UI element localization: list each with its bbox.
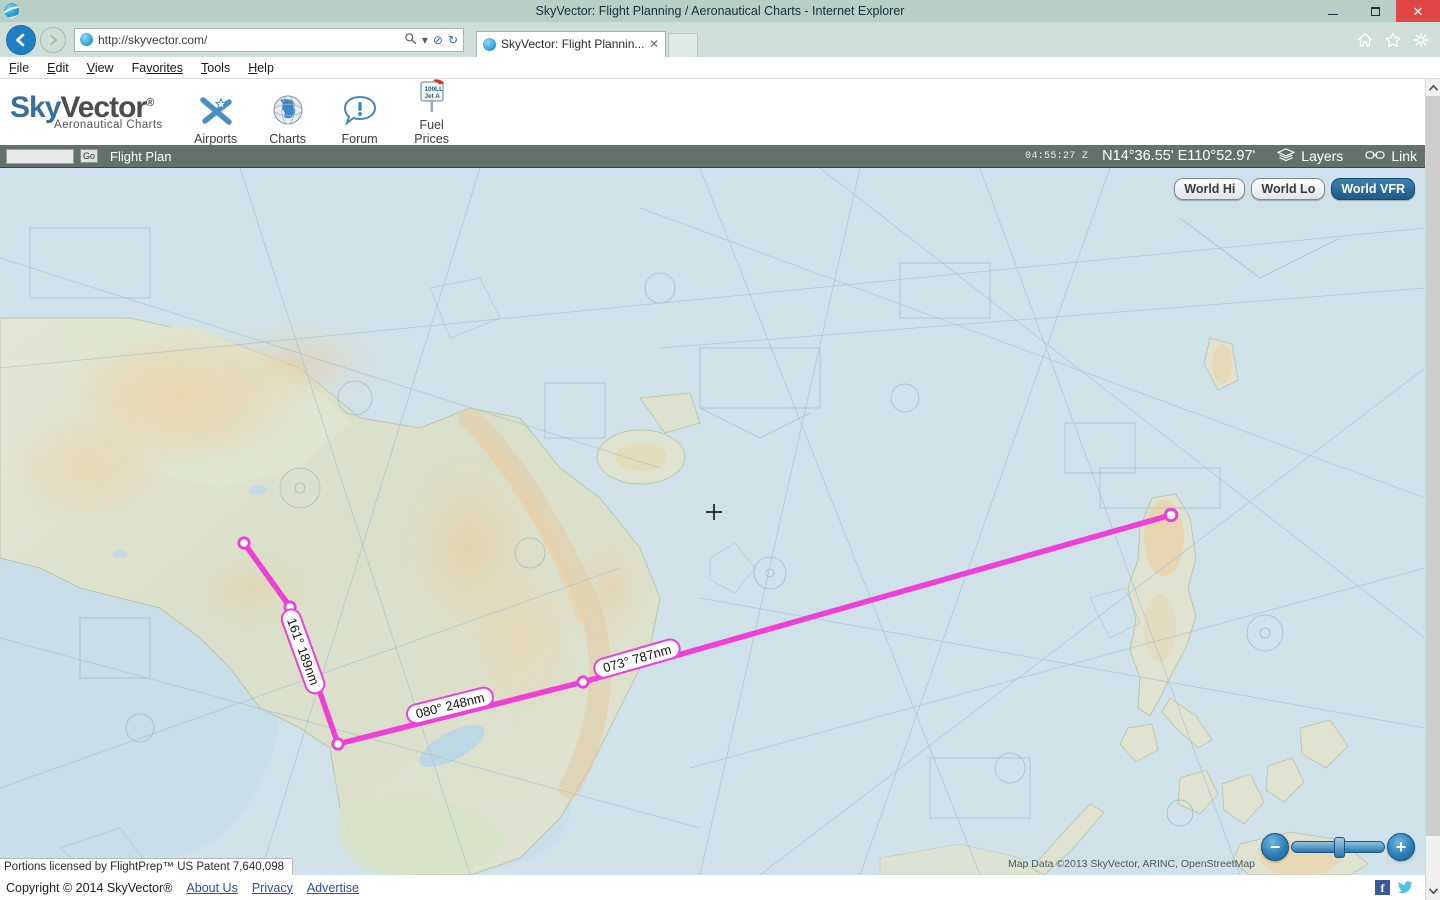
nav-label-charts: Charts bbox=[269, 132, 307, 146]
chevron-down-icon[interactable]: ▾ bbox=[422, 34, 428, 46]
airport-runways-icon bbox=[196, 92, 236, 130]
search-icon[interactable] bbox=[404, 32, 417, 47]
nav-label-fuel-prices: Fuel Prices bbox=[414, 118, 449, 146]
scrollbar-down-arrow[interactable] bbox=[1426, 883, 1440, 900]
flight-plan-label[interactable]: Flight Plan bbox=[110, 149, 171, 164]
gear-icon[interactable] bbox=[1412, 31, 1430, 49]
page-scrollbar[interactable] bbox=[1425, 79, 1440, 900]
crosshair-cursor bbox=[706, 504, 722, 523]
chart-button-world-vfr[interactable]: World VFR bbox=[1331, 178, 1415, 200]
menu-item-view[interactable]: View bbox=[78, 61, 123, 75]
menu-item-file[interactable]: File bbox=[0, 61, 38, 75]
window-titlebar: SkyVector: Flight Planning / Aeronautica… bbox=[0, 0, 1440, 22]
route-polyline bbox=[241, 512, 1174, 747]
home-icon[interactable] bbox=[1356, 31, 1374, 49]
nav-label-airports: Airports bbox=[194, 132, 238, 146]
map-toolbar: Go Flight Plan 04:55:27 Z N14°36.55' E11… bbox=[0, 145, 1425, 168]
site-nav: Airports Charts Forum 100LL Jet A Fuel P… bbox=[185, 78, 463, 146]
back-button[interactable] bbox=[6, 24, 36, 55]
zoom-slider-track[interactable] bbox=[1291, 837, 1385, 858]
layers-icon bbox=[1277, 147, 1296, 165]
browser-navbar: http://skyvector.com/ ▾ ⊘ ↻ SkyVector: F… bbox=[0, 22, 1440, 57]
link-button[interactable]: Link bbox=[1365, 148, 1417, 164]
window-app-icon bbox=[4, 3, 20, 19]
menu-bar: File Edit View Favorites Tools Help bbox=[0, 57, 1440, 79]
skyvector-logo[interactable]: SkyVector® Aeronautical Charts bbox=[10, 90, 163, 132]
logo-tagline: Aeronautical Charts bbox=[54, 118, 163, 131]
aeronautical-map[interactable]: World Hi World Lo World VFR 161° 189nm 0… bbox=[0, 168, 1425, 875]
browser-tab[interactable]: SkyVector: Flight Plannin... ✕ bbox=[476, 30, 666, 57]
address-favicon-icon bbox=[80, 33, 93, 46]
flightprep-attribution: Portions licensed by FlightPrep™ US Pate… bbox=[0, 858, 293, 875]
tab-close-icon[interactable]: ✕ bbox=[649, 37, 659, 51]
address-bar[interactable]: http://skyvector.com/ ▾ ⊘ ↻ bbox=[74, 27, 464, 52]
close-button[interactable]: ✕ bbox=[1396, 0, 1440, 22]
flight-plan-input[interactable] bbox=[6, 148, 74, 164]
menu-item-edit[interactable]: Edit bbox=[38, 61, 78, 75]
back-arrow-icon bbox=[16, 33, 25, 46]
svg-text:Jet A: Jet A bbox=[424, 93, 440, 100]
footer-link-privacy[interactable]: Privacy bbox=[252, 881, 293, 895]
star-icon[interactable] bbox=[1384, 31, 1402, 49]
link-label: Link bbox=[1391, 148, 1417, 164]
tab-label: SkyVector: Flight Plannin... bbox=[501, 37, 645, 51]
zoom-slider-thumb[interactable] bbox=[1334, 837, 1345, 858]
nav-item-airports[interactable]: Airports bbox=[185, 92, 247, 146]
menu-item-favorites[interactable]: Favorites bbox=[123, 61, 192, 75]
logo-registered-mark: ® bbox=[146, 96, 154, 109]
stop-icon[interactable]: ⊘ bbox=[433, 34, 443, 46]
go-button[interactable]: Go bbox=[80, 149, 99, 163]
forward-button[interactable] bbox=[40, 26, 66, 53]
utc-clock: 04:55:27 Z bbox=[1025, 150, 1089, 162]
copyright-text: Copyright © 2014 SkyVector® bbox=[6, 880, 173, 895]
chart-button-world-lo[interactable]: World Lo bbox=[1251, 178, 1326, 200]
address-bar-icons: ▾ ⊘ ↻ bbox=[404, 32, 463, 47]
cursor-coordinates: N14°36.55' E110°52.97' bbox=[1102, 148, 1256, 164]
maximize-button[interactable] bbox=[1354, 0, 1396, 22]
footer-social: f bbox=[1375, 880, 1425, 895]
browser-window: SkyVector: Flight Planning / Aeronautica… bbox=[0, 0, 1440, 900]
site-header: SkyVector® Aeronautical Charts Airports bbox=[0, 78, 1425, 146]
map-data-attribution: Map Data ©2013 SkyVector, ARINC, OpenStr… bbox=[1007, 858, 1255, 870]
new-tab-button[interactable] bbox=[668, 32, 698, 57]
footer-link-about-us[interactable]: About Us bbox=[186, 881, 237, 895]
nav-item-fuel-prices[interactable]: 100LL Jet A Fuel Prices bbox=[401, 78, 463, 146]
layers-button[interactable]: Layers bbox=[1277, 147, 1344, 165]
nav-item-charts[interactable]: Charts bbox=[257, 92, 319, 146]
map-toolbar-right: 04:55:27 Z N14°36.55' E110°52.97' Layers bbox=[1025, 147, 1425, 165]
fuel-sign-icon: 100LL Jet A bbox=[413, 78, 451, 116]
window-controls: ✕ bbox=[1312, 0, 1440, 22]
site-footer: Copyright © 2014 SkyVector® About Us Pri… bbox=[0, 875, 1425, 900]
zoom-control: − + bbox=[1261, 833, 1415, 861]
minimize-button[interactable] bbox=[1312, 0, 1354, 22]
refresh-icon[interactable]: ↻ bbox=[448, 34, 458, 46]
facebook-icon[interactable]: f bbox=[1375, 880, 1390, 895]
address-url-text: http://skyvector.com/ bbox=[98, 32, 208, 47]
scrollbar-up-arrow[interactable] bbox=[1426, 79, 1440, 96]
footer-link-advertise[interactable]: Advertise bbox=[307, 881, 359, 895]
svg-text:100LL: 100LL bbox=[424, 86, 443, 93]
zoom-in-button[interactable]: + bbox=[1387, 833, 1415, 861]
window-title: SkyVector: Flight Planning / Aeronautica… bbox=[535, 4, 905, 18]
chart-button-world-hi[interactable]: World Hi bbox=[1174, 178, 1246, 200]
zoom-out-button[interactable]: − bbox=[1261, 833, 1289, 861]
chart-layer-buttons: World Hi World Lo World VFR bbox=[1174, 178, 1415, 200]
twitter-icon[interactable] bbox=[1398, 880, 1413, 895]
globe-icon bbox=[270, 92, 306, 130]
scrollbar-thumb[interactable] bbox=[1426, 96, 1440, 836]
menu-item-tools[interactable]: Tools bbox=[192, 61, 239, 75]
layers-label: Layers bbox=[1301, 148, 1344, 164]
tab-favicon-icon bbox=[483, 37, 496, 51]
nav-item-forum[interactable]: Forum bbox=[329, 92, 391, 146]
chain-link-icon bbox=[1365, 148, 1385, 164]
route-waypoints bbox=[237, 507, 1179, 751]
menu-item-help[interactable]: Help bbox=[239, 61, 283, 75]
forward-arrow-icon bbox=[50, 34, 58, 45]
logo-text-sky: Sky bbox=[10, 90, 61, 124]
nav-label-forum: Forum bbox=[341, 132, 378, 146]
navbar-tools bbox=[1356, 31, 1440, 49]
speech-bubble-icon bbox=[342, 92, 378, 130]
